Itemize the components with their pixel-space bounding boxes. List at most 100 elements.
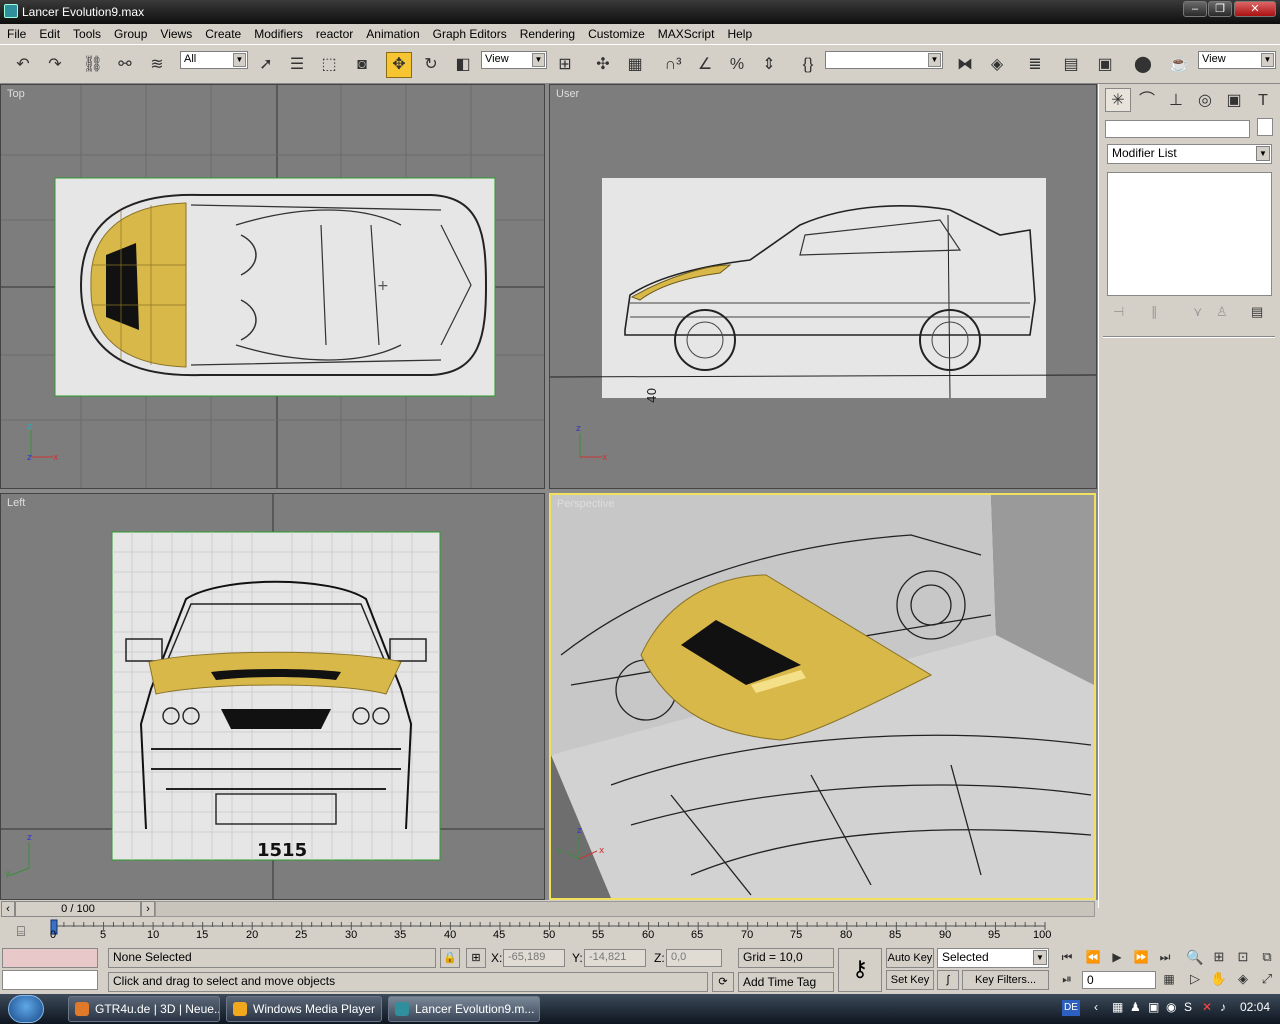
prev-frame-arrow-icon[interactable]: ‹	[1, 901, 15, 917]
menu-maxscript[interactable]: MAXScript	[651, 24, 721, 41]
spinner-snap-icon[interactable]: ⇕	[756, 52, 782, 78]
set-key-button[interactable]: Set Key	[886, 970, 934, 990]
hierarchy-icon[interactable]: ⊥	[1163, 88, 1189, 112]
taskbar-item-media-player[interactable]: Windows Media Player	[226, 996, 382, 1022]
auto-key-button[interactable]: Auto Key	[886, 948, 934, 968]
percent-snap-icon[interactable]: %	[724, 52, 750, 78]
zoom-extents-icon[interactable]: ⊡	[1232, 946, 1254, 968]
menu-file[interactable]: File	[0, 24, 32, 41]
maxscript-listener-mini[interactable]	[2, 948, 98, 968]
menu-graph-editors[interactable]: Graph Editors	[426, 24, 513, 41]
utilities-icon[interactable]: T	[1250, 88, 1276, 112]
viewport-label-user[interactable]: User	[556, 88, 579, 100]
menu-create[interactable]: Create	[198, 24, 247, 41]
language-indicator[interactable]: DE	[1062, 1000, 1080, 1016]
viewport-left[interactable]: 1515 zy Left	[0, 493, 545, 900]
menu-help[interactable]: Help	[720, 24, 758, 41]
remove-modifier-icon[interactable]: ♙	[1216, 304, 1228, 320]
tray-volume-icon[interactable]: ♪	[1220, 1000, 1226, 1014]
tray-antivirus-icon[interactable]: ◉	[1166, 1000, 1176, 1014]
tray-user-icon[interactable]: ♟	[1130, 1000, 1141, 1014]
time-configuration-icon[interactable]: ▦	[1158, 968, 1180, 990]
time-slider[interactable]: 0 / 100	[15, 901, 141, 917]
key-mode-dropdown[interactable]: Selected ▼	[937, 948, 1049, 968]
taskbar-item-3dsmax[interactable]: Lancer Evolution9.m...	[388, 996, 540, 1022]
tray-app-icon[interactable]: ▣	[1148, 1000, 1159, 1014]
set-key-icon[interactable]: ⚷	[838, 948, 882, 992]
x-coordinate-field[interactable]: -65,189	[503, 949, 565, 967]
select-by-name-icon[interactable]: ☰	[284, 52, 310, 78]
lock-selection-icon[interactable]: 🔒	[440, 948, 460, 968]
viewport-perspective[interactable]: z x y Perspective	[549, 493, 1096, 900]
current-frame-field[interactable]: 0	[1082, 971, 1156, 989]
viewport-top[interactable]: + z z x Top	[0, 84, 545, 489]
menu-customize[interactable]: Customize	[581, 24, 651, 41]
play-icon[interactable]: ▶	[1106, 946, 1128, 968]
z-coordinate-field[interactable]: 0,0	[666, 949, 722, 967]
goto-end-icon[interactable]: ⏭	[1154, 946, 1176, 968]
snap-3d-icon[interactable]: ∩³	[660, 52, 686, 78]
move-icon[interactable]: ✥	[386, 52, 412, 78]
selection-filter-dropdown[interactable]: All ▼	[180, 51, 248, 69]
named-selection-sets-dropdown[interactable]: ▼	[825, 51, 943, 69]
tray-network-icon[interactable]: ▦	[1112, 1000, 1123, 1014]
select-icon[interactable]: ➚	[253, 52, 279, 78]
create-icon[interactable]: ✳	[1105, 88, 1131, 112]
rect-region-icon[interactable]: ⬚	[316, 52, 342, 78]
menu-edit[interactable]: Edit	[32, 24, 66, 41]
redo-icon[interactable]: ↷	[42, 52, 68, 78]
field-of-view-icon[interactable]: ▷	[1184, 968, 1206, 990]
reference-coord-dropdown[interactable]: View ▼	[481, 51, 547, 69]
undo-icon[interactable]: ↶	[10, 52, 36, 78]
pan-hand-icon[interactable]: ✋	[1208, 968, 1230, 990]
curve-editor-icon[interactable]: ▤	[1058, 52, 1084, 78]
key-filters-button[interactable]: Key Filters...	[962, 970, 1049, 990]
manipulate-icon[interactable]: ✣	[590, 52, 616, 78]
rotate-icon[interactable]: ↻	[418, 52, 444, 78]
render-type-dropdown[interactable]: View ▼	[1198, 51, 1276, 69]
viewport-label-left[interactable]: Left	[7, 497, 25, 509]
default-tangent-icon[interactable]: ∫	[937, 970, 959, 990]
goto-start-icon[interactable]: ⏮	[1056, 946, 1078, 968]
menu-group[interactable]: Group	[107, 24, 153, 41]
window-crossing-icon[interactable]: ◙	[349, 52, 375, 78]
tray-skype-icon[interactable]: S	[1184, 1000, 1192, 1014]
arc-rotate-icon[interactable]: ◈	[1232, 968, 1254, 990]
modify-icon[interactable]: ⌒	[1134, 88, 1160, 112]
object-color-swatch[interactable]	[1257, 118, 1273, 136]
bind-spacewarp-icon[interactable]: ≋	[144, 52, 170, 78]
maximize-viewport-icon[interactable]: ⤢	[1256, 968, 1278, 990]
close-button[interactable]: ✕	[1234, 1, 1276, 17]
y-coordinate-field[interactable]: -14,821	[584, 949, 646, 967]
display-icon[interactable]: ▣	[1221, 88, 1247, 112]
layer-icon[interactable]: ≣	[1022, 52, 1048, 78]
start-button[interactable]	[8, 995, 44, 1023]
mirror-icon[interactable]: ⧓	[952, 52, 978, 78]
render-scene-icon[interactable]: ☕	[1166, 52, 1192, 78]
align-icon[interactable]: ◈	[984, 52, 1010, 78]
menu-tools[interactable]: Tools	[66, 24, 107, 41]
show-end-result-icon[interactable]: ∥	[1151, 304, 1158, 320]
absolute-mode-icon[interactable]: ⊞	[466, 948, 486, 968]
modifier-stack-list[interactable]	[1107, 172, 1272, 296]
keyboard-shortcut-icon[interactable]: ▦	[622, 52, 648, 78]
modifier-list-dropdown[interactable]: Modifier List ▼	[1107, 144, 1272, 164]
named-sel-edit-icon[interactable]: {}	[795, 52, 821, 78]
configure-modifier-sets-icon[interactable]: ▤	[1251, 304, 1263, 320]
time-slider-track[interactable]	[155, 901, 1095, 917]
menu-animation[interactable]: Animation	[359, 24, 425, 41]
maximize-button[interactable]: ❐	[1208, 1, 1232, 17]
tray-security-icon[interactable]: ✕	[1202, 1000, 1212, 1014]
next-frame-icon[interactable]: ⏩	[1130, 946, 1152, 968]
pivot-icon[interactable]: ⊞	[552, 52, 578, 78]
scale-icon[interactable]: ◧	[450, 52, 476, 78]
select-link-icon[interactable]: ⛓	[80, 52, 106, 78]
material-editor-icon[interactable]: ⬤	[1130, 52, 1156, 78]
object-name-field[interactable]	[1105, 120, 1250, 138]
menu-modifiers[interactable]: Modifiers	[247, 24, 309, 41]
viewport-user[interactable]: 40 zx User	[549, 84, 1097, 489]
viewport-label-top[interactable]: Top	[7, 88, 25, 100]
tray-expand-icon[interactable]: ‹	[1094, 1000, 1098, 1014]
zoom-extents-all-icon[interactable]: ⧉	[1256, 946, 1278, 968]
angle-snap-icon[interactable]: ∠	[692, 52, 718, 78]
